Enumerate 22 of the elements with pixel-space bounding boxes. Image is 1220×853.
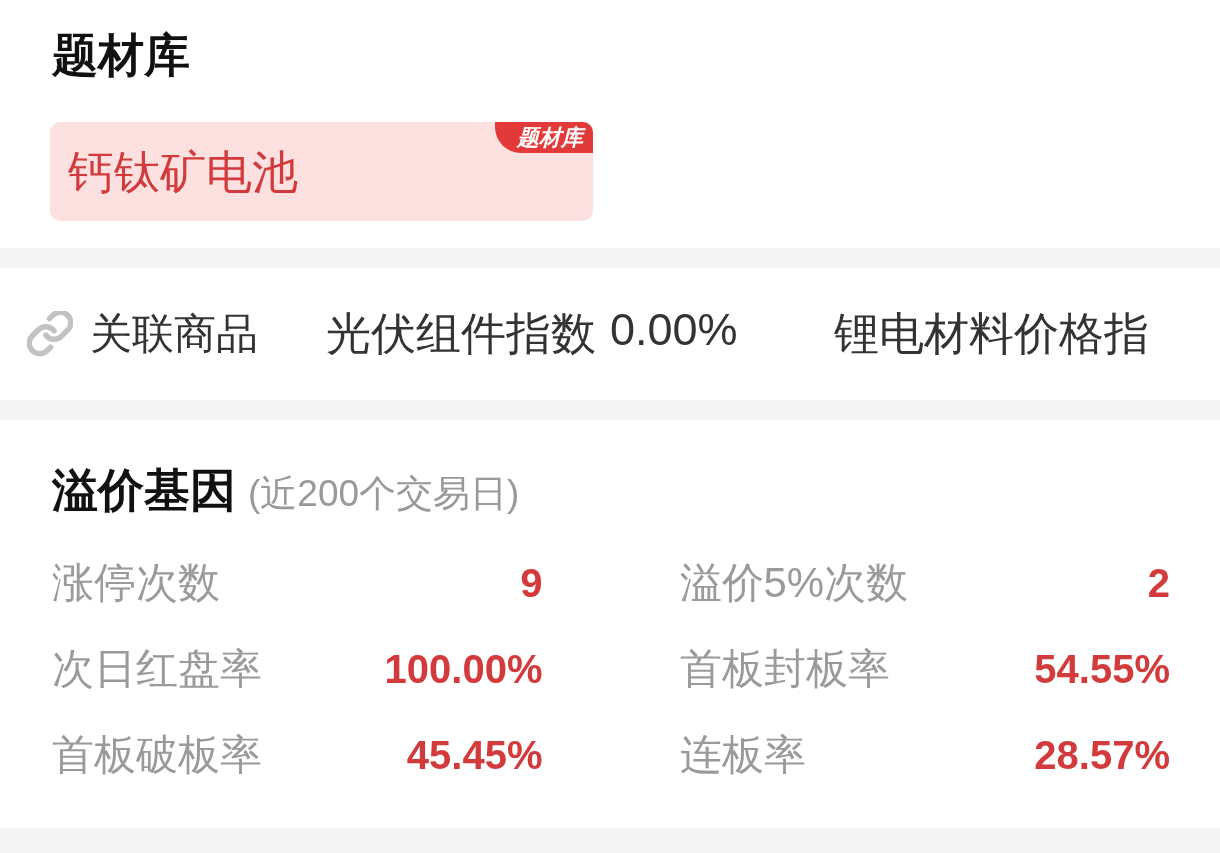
section-title: 题材库: [52, 28, 190, 83]
stat-label: 次日红盘率: [52, 644, 262, 694]
related-products-label: 关联商品: [90, 309, 258, 359]
stat-value: 28.57%: [1034, 732, 1170, 778]
stat-value: 54.55%: [1034, 646, 1170, 692]
section-title: 溢价基因: [52, 463, 236, 518]
product-index-link[interactable]: 锂电材料价格指: [833, 304, 1149, 364]
stat-value: 2: [1147, 560, 1170, 606]
topic-name: 钙钛矿电池: [68, 144, 298, 200]
stat-label: 连板率: [679, 730, 806, 780]
link-icon: [27, 311, 73, 357]
stat-value: 9: [520, 560, 543, 606]
topic-card[interactable]: 钙钛矿电池 题材库: [50, 122, 593, 221]
stat-value: 45.45%: [406, 732, 543, 778]
stat-label: 首板封板率: [679, 644, 890, 694]
section-subtitle: (近200个交易日): [248, 472, 520, 516]
product-index-link[interactable]: 光伏组件指数 0.00%: [326, 304, 738, 364]
corner-tag: 题材库: [495, 122, 593, 153]
stat-label: 首板破板率: [52, 730, 262, 780]
stat-label: 涨停次数: [52, 558, 220, 608]
stat-label: 溢价5%次数: [679, 558, 909, 608]
stat-value: 100.00%: [384, 646, 543, 692]
